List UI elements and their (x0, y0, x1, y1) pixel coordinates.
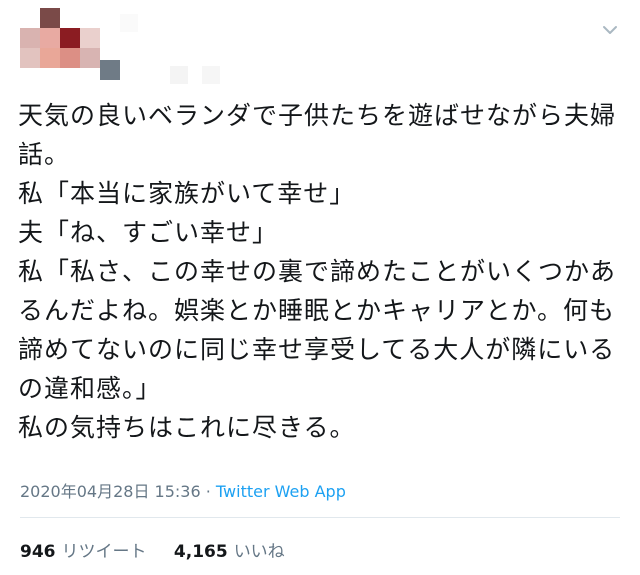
name-pixel (202, 66, 220, 84)
avatar-pixel (40, 28, 60, 48)
tweet-meta: 2020年04月28日 15:36 · Twitter Web App (20, 478, 346, 502)
retweets-count: 946 (20, 542, 56, 562)
avatar-pixel (80, 48, 100, 68)
avatar-pixel (20, 48, 40, 68)
tweet-source-link[interactable]: Twitter Web App (216, 482, 346, 501)
avatar-pixel (80, 28, 100, 48)
name-pixel (170, 66, 188, 84)
avatar-pixel (60, 28, 80, 48)
divider (20, 517, 620, 518)
avatar[interactable] (20, 8, 120, 80)
tweet-timestamp[interactable]: 2020年04月28日 15:36 (20, 482, 201, 501)
likes-label: いいね (233, 542, 285, 562)
tweet-header (0, 0, 640, 90)
avatar-pixel (100, 60, 120, 80)
name-pixel (120, 14, 138, 32)
avatar-pixel (20, 28, 40, 48)
meta-separator: · (200, 482, 216, 501)
avatar-pixel (40, 8, 60, 28)
likes-stat[interactable]: 4,165 いいね (174, 542, 285, 562)
tweet-text: 天気の良いベランダで子供たちを遊ばせながら夫婦話。 私「本当に家族がいて幸せ」 … (18, 101, 617, 442)
avatar-pixel (60, 48, 80, 68)
likes-count: 4,165 (173, 542, 228, 562)
chevron-down-icon[interactable] (600, 20, 620, 40)
retweets-stat[interactable]: 946 リツイート (20, 542, 147, 562)
tweet-stats: 946 リツイート 4,165 いいね (20, 537, 285, 562)
avatar-pixel (40, 48, 60, 68)
retweets-label: リツイート (61, 542, 147, 562)
